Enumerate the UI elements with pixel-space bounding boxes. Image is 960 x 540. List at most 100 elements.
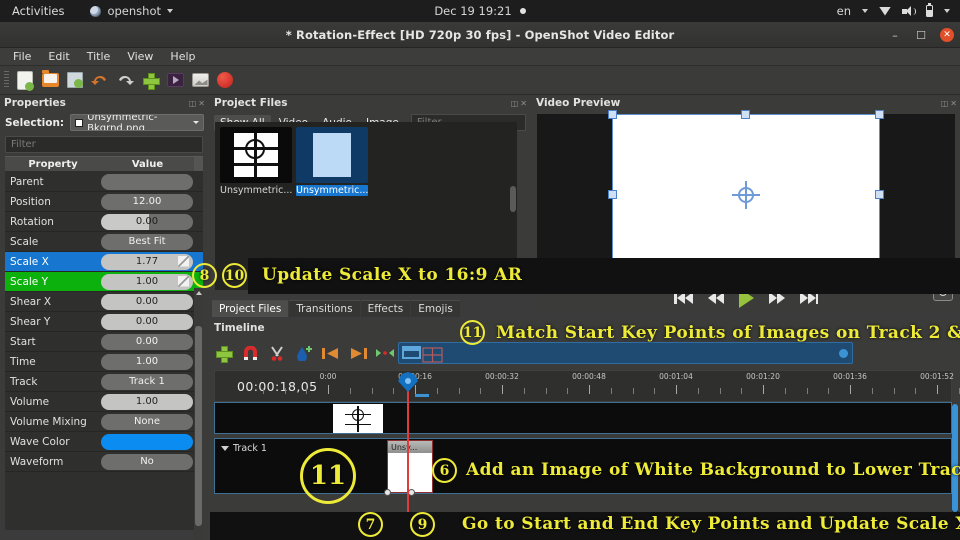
property-value[interactable]: 1.00	[101, 353, 193, 370]
tab-emojis[interactable]: Emojis	[411, 300, 460, 317]
minimize-button[interactable]: –	[888, 28, 902, 42]
previous-marker-icon[interactable]	[322, 344, 340, 362]
tab-transitions[interactable]: Transitions	[289, 300, 360, 317]
property-row[interactable]: Wave Color	[5, 432, 203, 452]
track-1-label[interactable]: Track 1	[221, 443, 267, 454]
scrollbar-thumb[interactable]	[952, 404, 958, 512]
add-marker-icon[interactable]	[295, 344, 313, 362]
clip-end-keyframe-handle[interactable]	[408, 489, 415, 496]
list-item[interactable]: Unsymmetric...	[296, 127, 368, 196]
property-value[interactable]: 1.00	[101, 273, 193, 290]
zoom-slider-icon[interactable]	[398, 342, 853, 364]
keyframe-icon[interactable]	[178, 255, 189, 267]
menu-help[interactable]: Help	[163, 49, 202, 64]
import-files-icon[interactable]	[139, 69, 161, 91]
scrollbar-thumb[interactable]	[195, 326, 202, 526]
center-playhead-icon[interactable]	[376, 344, 394, 362]
property-value[interactable]: None	[101, 413, 193, 430]
property-value[interactable]: 1.00	[101, 393, 193, 410]
app-menu-openshot[interactable]: openshot	[90, 4, 173, 18]
add-track-icon[interactable]	[214, 344, 233, 363]
resize-handle-tc[interactable]	[741, 110, 750, 119]
menu-file[interactable]: File	[6, 49, 38, 64]
keyframe-icon[interactable]	[178, 275, 189, 287]
maximize-button[interactable]: ☐	[914, 28, 928, 42]
property-row[interactable]: Waveform No	[5, 452, 203, 472]
new-project-icon[interactable]	[14, 69, 36, 91]
clip-start-keyframe-handle[interactable]	[384, 489, 391, 496]
resize-handle-tl[interactable]	[608, 110, 617, 119]
open-project-icon[interactable]	[39, 69, 61, 91]
timeline-clip-target-image[interactable]	[333, 404, 383, 433]
property-value[interactable]: 0.00	[101, 313, 193, 330]
zoom-slider-handle[interactable]	[839, 349, 848, 358]
property-row[interactable]: Volume 1.00	[5, 392, 203, 412]
clock[interactable]: Dec 19 19:21	[434, 4, 511, 18]
property-row[interactable]: Rotation 0.00	[5, 212, 203, 232]
snapping-magnet-icon[interactable]	[241, 344, 259, 362]
animated-title-icon[interactable]	[164, 69, 186, 91]
center-crosshair-icon[interactable]	[732, 181, 760, 209]
property-row[interactable]: Shear X 0.00	[5, 292, 203, 312]
list-item[interactable]: Unsymmetric...	[220, 127, 292, 196]
property-value[interactable]: Track 1	[101, 373, 193, 390]
property-value[interactable]: No	[101, 453, 193, 470]
property-value[interactable]	[101, 433, 193, 450]
menu-view[interactable]: View	[120, 49, 160, 64]
toolbar-grip[interactable]	[4, 71, 9, 89]
system-menu-chevron-icon[interactable]	[944, 9, 950, 13]
scrollbar-thumb[interactable]	[510, 186, 516, 212]
properties-table[interactable]: Parent Position 12.00 Rotation 0.00 Scale Best…	[5, 172, 203, 530]
close-button[interactable]: ✕	[940, 28, 954, 42]
properties-filter-input[interactable]: Filter	[5, 136, 203, 153]
tab-effects[interactable]: Effects	[360, 300, 411, 317]
save-project-icon[interactable]	[64, 69, 86, 91]
property-row[interactable]: Scale Y 1.00	[5, 272, 203, 292]
track-2[interactable]	[214, 402, 952, 434]
property-value[interactable]: 12.00	[101, 193, 193, 210]
property-value[interactable]	[101, 173, 193, 190]
properties-scrollbar[interactable]	[194, 288, 203, 540]
property-row[interactable]: Parent	[5, 172, 203, 192]
property-row[interactable]: Scale Best Fit	[5, 232, 203, 252]
chevron-down-icon[interactable]	[221, 446, 229, 451]
timeline-ruler[interactable]: 00:00:18,05 0:0000:00:1600:00:3200:00:48…	[214, 370, 960, 402]
tab-project-files[interactable]: Project Files	[212, 300, 289, 317]
property-row[interactable]: Start 0.00	[5, 332, 203, 352]
panel-dock-buttons[interactable]: ◫ ✕	[189, 99, 208, 108]
battery-icon[interactable]	[926, 3, 933, 17]
razor-icon[interactable]	[268, 344, 286, 362]
resize-handle-ml[interactable]	[608, 190, 617, 199]
property-value[interactable]: 0.00	[101, 293, 193, 310]
record-icon[interactable]	[214, 69, 236, 91]
property-row[interactable]: Position 12.00	[5, 192, 203, 212]
export-video-icon[interactable]	[189, 69, 211, 91]
property-row[interactable]: Shear Y 0.00	[5, 312, 203, 332]
undo-icon[interactable]	[89, 69, 111, 91]
resize-handle-tr[interactable]	[875, 110, 884, 119]
menu-edit[interactable]: Edit	[41, 49, 76, 64]
property-value[interactable]: Best Fit	[101, 233, 193, 250]
scroll-up-arrow-icon[interactable]	[196, 291, 202, 295]
timeline-clip-white-background[interactable]: Unsy...	[384, 440, 433, 496]
property-row[interactable]: Time 1.00	[5, 352, 203, 372]
volume-icon[interactable]	[902, 5, 916, 17]
preview-stage[interactable]	[537, 110, 955, 280]
playhead-line[interactable]	[407, 382, 409, 516]
redo-icon[interactable]	[114, 69, 136, 91]
property-value[interactable]: 0.00	[101, 213, 193, 230]
property-row[interactable]: Scale X 1.77	[5, 252, 203, 272]
next-marker-icon[interactable]	[349, 344, 367, 362]
menu-title[interactable]: Title	[80, 49, 118, 64]
preview-clip-frame[interactable]	[608, 110, 884, 280]
property-row[interactable]: Volume Mixing None	[5, 412, 203, 432]
property-value[interactable]: 1.77	[101, 253, 193, 270]
property-value[interactable]: 0.00	[101, 333, 193, 350]
panel-dock-buttons[interactable]: ◫ ✕	[511, 99, 530, 108]
resize-handle-mr[interactable]	[875, 190, 884, 199]
wifi-icon[interactable]	[879, 6, 891, 16]
activities-button[interactable]: Activities	[12, 4, 64, 18]
playhead-handle[interactable]	[398, 372, 418, 396]
selection-dropdown[interactable]: Unsymmetric-Bkgrnd.png	[70, 114, 204, 131]
keyboard-layout-indicator[interactable]: en	[837, 4, 851, 18]
